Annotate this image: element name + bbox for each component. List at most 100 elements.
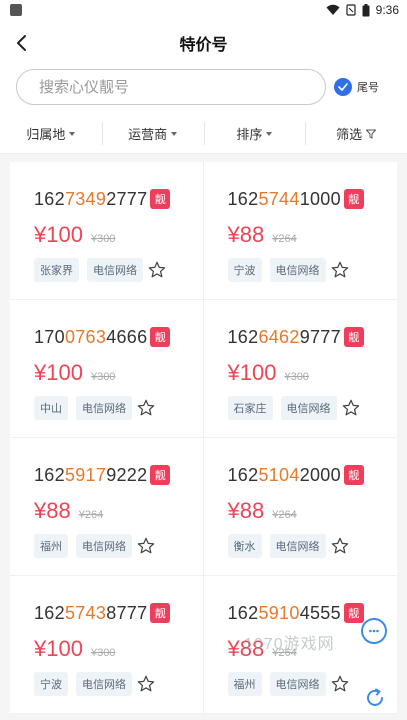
number-card[interactable]: 162 5744 1000 靓 ¥88 ¥264 宁波 电信网络 [203,162,397,300]
number-prefix: 162 [34,464,65,485]
original-price: ¥264 [78,509,104,521]
city-tag: 宁波 [34,672,68,696]
phone-number: 170 0763 4666 靓 [34,326,203,348]
number-suffix: 9777 [299,326,341,347]
network-tag: 电信网络 [269,258,326,282]
network-tag: 电信网络 [76,534,132,558]
number-prefix: 162 [227,188,259,209]
star-icon[interactable] [147,260,167,280]
premium-badge: 靓 [150,465,171,485]
premium-badge: 靓 [150,189,171,209]
phone-number: 162 5917 9222 靓 [34,464,203,486]
sale-price: ¥100 [34,360,83,385]
number-card[interactable]: 162 5917 9222 靓 ¥88 ¥264 福州 电信网络 [10,438,204,576]
price-line: ¥100 ¥300 [34,636,203,662]
sale-price: ¥88 [227,636,265,661]
refresh-button[interactable] [363,686,387,710]
status-left [10,4,22,16]
star-icon[interactable] [330,260,350,280]
sim-icon [346,4,356,16]
number-card[interactable]: 162 5743 8777 靓 ¥100 ¥300 宁波 电信网络 [10,576,204,714]
number-suffix: 2777 [106,188,148,209]
tag-line: 福州 电信网络 [34,534,203,558]
price-line: ¥100 ¥300 [34,360,203,386]
filter-sort[interactable]: 排序 [203,114,306,153]
sale-price: ¥100 [227,360,277,385]
search-box[interactable] [16,69,326,105]
number-highlight: 5743 [64,602,107,623]
price-line: ¥100 ¥300 [34,222,203,248]
network-tag: 电信网络 [269,534,326,558]
sale-price: ¥88 [227,222,265,247]
tag-line: 中山 电信网络 [34,396,203,420]
filter-location[interactable]: 归属地 [0,114,102,153]
number-prefix: 162 [227,326,259,347]
caret-down-icon [171,131,178,136]
premium-badge: 靓 [343,465,364,485]
number-card[interactable]: 170 0763 4666 靓 ¥100 ¥300 中山 电信网络 [10,300,204,438]
star-icon[interactable] [136,536,156,556]
tail-number-toggle[interactable]: 尾号 [334,78,379,96]
number-highlight: 5917 [64,464,107,485]
star-icon[interactable] [341,398,361,418]
search-row: 尾号 [0,66,407,108]
search-input[interactable] [39,78,325,96]
number-highlight: 5910 [258,602,300,623]
number-suffix: 9222 [106,464,148,485]
tag-line: 衡水 电信网络 [227,534,398,558]
original-price: ¥300 [284,371,309,383]
filter-carrier-label: 运营商 [128,127,168,142]
star-icon[interactable] [330,674,350,694]
original-price: ¥300 [90,233,116,245]
network-tag: 电信网络 [280,396,337,420]
number-suffix: 4555 [299,602,341,623]
premium-badge: 靓 [150,327,171,347]
original-price: ¥264 [272,647,297,659]
chat-button[interactable] [361,618,387,644]
chat-icon [369,629,379,633]
filter-bar: 归属地 运营商 排序 筛选 [0,114,407,154]
title-bar: 特价号 [0,20,407,66]
network-tag: 电信网络 [269,672,326,696]
caret-down-icon [266,131,273,136]
number-highlight: 6462 [258,326,300,347]
city-tag: 福州 [34,534,68,558]
city-tag: 张家界 [34,258,79,282]
number-card[interactable]: 162 6462 9777 靓 ¥100 ¥300 石家庄 电信网络 [203,300,398,438]
number-prefix: 162 [227,464,259,485]
back-button[interactable] [10,32,32,54]
phone-number: 162 5104 2000 靓 [228,464,398,486]
number-suffix: 2000 [299,464,341,485]
number-prefix: 170 [34,326,65,347]
number-highlight: 5104 [258,464,300,485]
filter-carrier[interactable]: 运营商 [101,114,204,153]
page-title: 特价号 [179,37,228,54]
status-right: 9:36 [326,3,399,17]
filter-screen[interactable]: 筛选 [305,114,407,153]
filter-screen-label: 筛选 [336,127,363,142]
network-tag: 电信网络 [76,672,132,696]
network-tag: 电信网络 [76,396,132,420]
star-icon[interactable] [136,398,156,418]
check-icon [334,78,352,96]
number-card[interactable]: 162 7349 2777 靓 ¥100 ¥300 张家界 电信网络 [10,162,204,300]
price-line: ¥88 ¥264 [228,498,398,524]
status-time: 9:36 [375,3,399,17]
premium-badge: 靓 [343,603,364,623]
star-icon[interactable] [136,674,156,694]
number-prefix: 162 [227,602,259,623]
number-suffix: 4666 [106,326,148,347]
phone-number: 162 5743 8777 靓 [34,602,203,624]
city-tag: 衡水 [227,534,262,558]
number-card[interactable]: 162 5104 2000 靓 ¥88 ¥264 衡水 电信网络 [203,438,398,576]
number-list: 162 7349 2777 靓 ¥100 ¥300 张家界 电信网络 162 5744 1000 靓 ¥… [0,154,407,720]
phone-number: 162 6462 9777 靓 [228,326,398,348]
network-tag: 电信网络 [87,258,143,282]
number-prefix: 162 [34,602,65,623]
city-tag: 福州 [227,672,262,696]
star-icon[interactable] [330,536,350,556]
battery-icon [362,3,370,16]
premium-badge: 靓 [343,327,364,347]
phone-number: 162 7349 2777 靓 [34,188,203,210]
filter-sort-label: 排序 [236,127,263,142]
